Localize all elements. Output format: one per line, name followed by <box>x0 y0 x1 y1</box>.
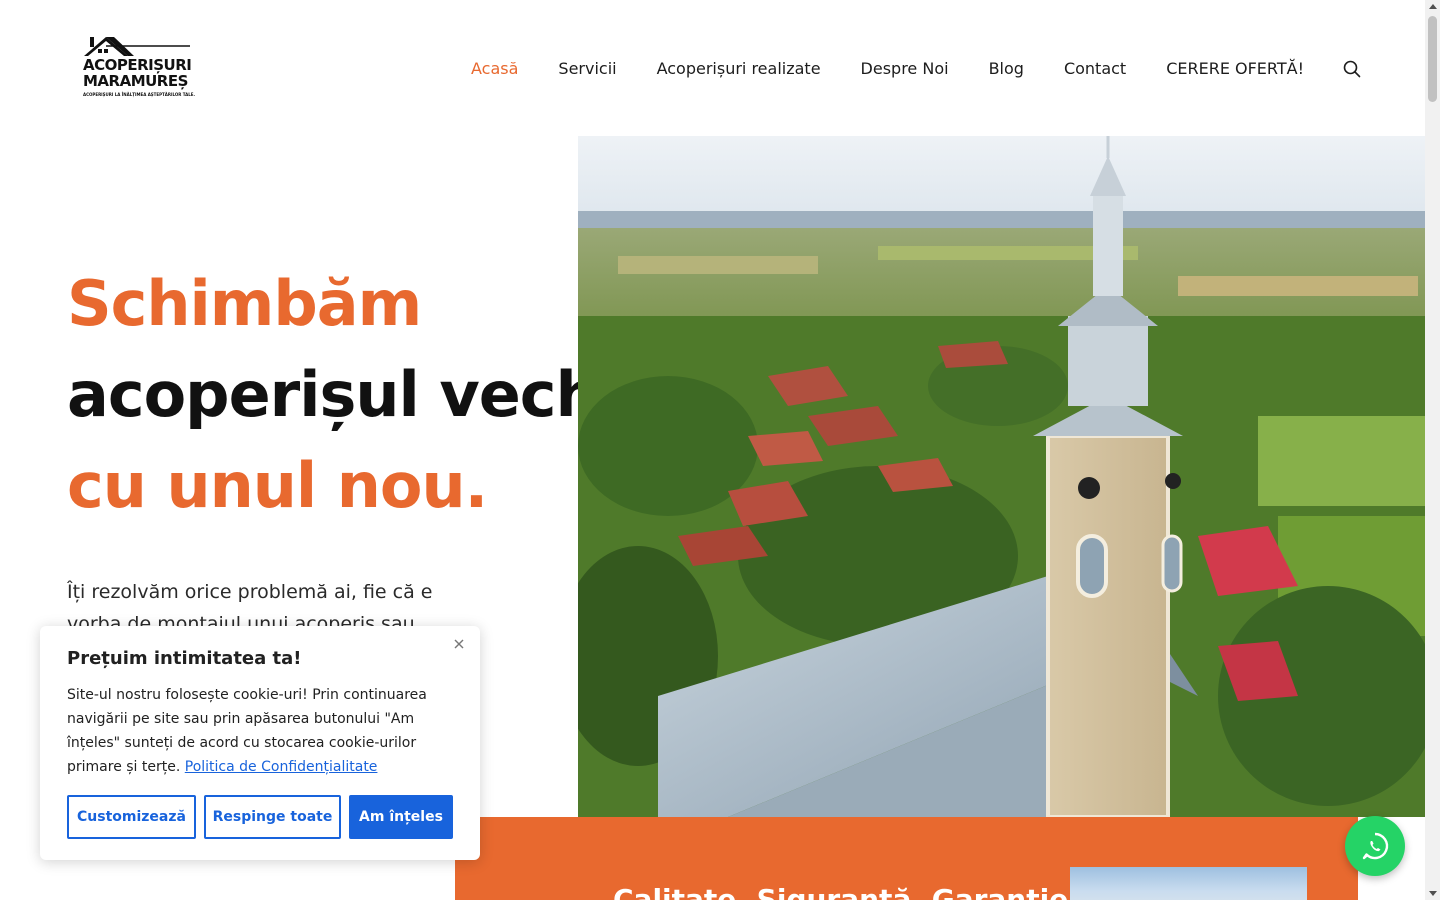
scroll-down-icon[interactable] <box>1429 891 1437 896</box>
accept-button[interactable]: Am înțeles <box>349 795 453 839</box>
hero-title: Schimbăm acoperișul vechi cu unul nou. <box>67 258 620 531</box>
band-title: Calitate. Siguranță. Garanție. <box>613 883 1079 900</box>
hero-title-line1: Schimbăm <box>67 267 422 340</box>
nav-item-contact[interactable]: Contact <box>1064 59 1126 78</box>
close-icon[interactable] <box>452 636 466 650</box>
nav-item-cerere-oferta[interactable]: CERERE OFERTĂ! <box>1166 59 1304 78</box>
hero-title-line3: cu unul nou. <box>67 449 488 522</box>
scrollbar-thumb[interactable] <box>1428 16 1437 102</box>
logo-tagline: ACOPERIȘURI LA ÎNĂLȚIMEA AȘTEPTĂRILOR TA… <box>83 92 196 97</box>
whatsapp-button[interactable] <box>1345 816 1405 876</box>
privacy-policy-link[interactable]: Politica de Confidențialitate <box>185 759 378 775</box>
nav-item-despre-noi[interactable]: Despre Noi <box>861 59 949 78</box>
reject-all-button[interactable]: Respinge toate <box>204 795 341 839</box>
hero-image <box>578 136 1425 817</box>
nav-item-servicii[interactable]: Servicii <box>558 59 616 78</box>
main-nav: Acasă Servicii Acoperișuri realizate Des… <box>471 56 1361 80</box>
cookie-title: Prețuim intimitatea ta! <box>67 648 302 669</box>
scroll-up-icon[interactable] <box>1429 4 1437 9</box>
cookie-consent-dialog: Prețuim intimitatea ta! Site-ul nostru f… <box>40 626 480 860</box>
nav-item-blog[interactable]: Blog <box>989 59 1024 78</box>
features-band: Calitate. Siguranță. Garanție. <box>455 817 1358 900</box>
logo-line2: MARAMUREȘ <box>83 72 188 90</box>
nav-item-acasa[interactable]: Acasă <box>471 59 518 78</box>
cookie-buttons: Customizează Respinge toate Am înțeles <box>67 795 461 839</box>
nav-item-acoperisuri-realizate[interactable]: Acoperișuri realizate <box>657 59 821 78</box>
site-logo[interactable]: ACOPERIȘURI MARAMUREȘ ACOPERIȘURI LA ÎNĂ… <box>80 34 196 102</box>
page-scrollbar[interactable] <box>1425 0 1440 900</box>
whatsapp-icon <box>1362 832 1389 860</box>
customize-button[interactable]: Customizează <box>67 795 196 839</box>
hero-title-line2: acoperișul vechi <box>67 358 620 431</box>
site-header: ACOPERIȘURI MARAMUREȘ ACOPERIȘURI LA ÎNĂ… <box>0 0 1425 136</box>
search-icon[interactable] <box>1343 60 1361 78</box>
cookie-text: Site-ul nostru folosește cookie-uri! Pri… <box>67 683 447 779</box>
band-image <box>1070 867 1307 900</box>
